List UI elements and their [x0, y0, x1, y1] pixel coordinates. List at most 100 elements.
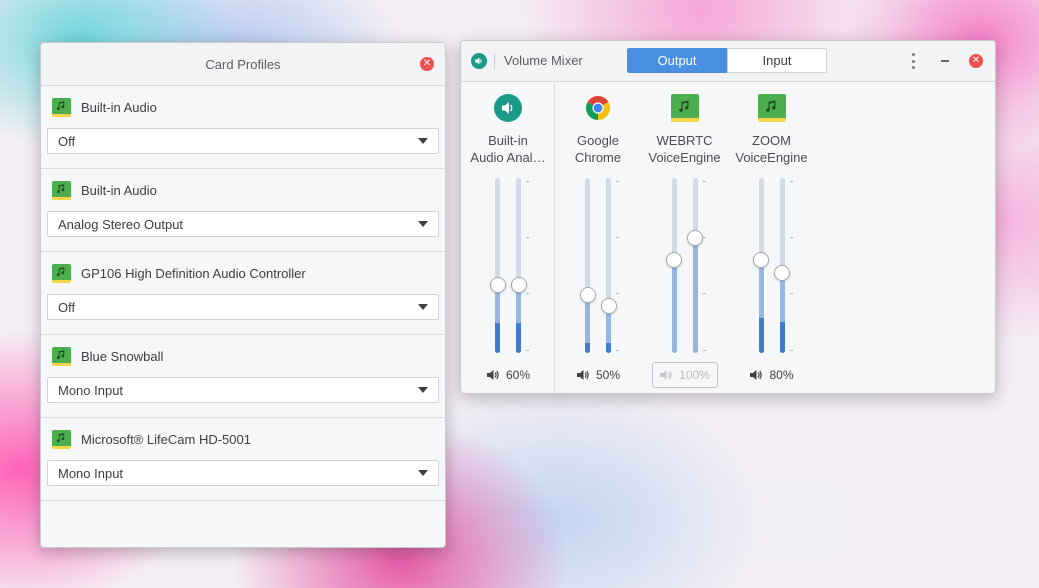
scale-tick — [789, 181, 793, 182]
profile-dropdown[interactable]: Mono Input — [47, 460, 439, 486]
stream-name-line1: Built-in — [488, 133, 528, 148]
scale-tick — [789, 350, 793, 351]
channel-right-knob[interactable] — [774, 264, 790, 281]
scale-tick — [526, 350, 529, 351]
stream-name-line2: VoiceEngine — [648, 150, 721, 165]
profile-dropdown[interactable]: Analog Stereo Output — [47, 211, 439, 237]
channel-right-knob[interactable] — [510, 276, 527, 293]
chevron-down-icon — [418, 304, 428, 310]
card-section: Blue Snowball Mono Input — [41, 335, 445, 418]
stream-name: WEBRTC VoiceEngine — [641, 132, 728, 166]
scale-tick — [702, 350, 706, 351]
close-icon[interactable]: ✕ — [420, 57, 434, 71]
volume-icon — [749, 369, 769, 381]
profile-dropdown[interactable]: Off — [47, 294, 439, 320]
stream-name: ZOOM VoiceEngine — [728, 132, 815, 166]
stream-name-line1: ZOOM — [752, 133, 791, 148]
close-icon[interactable]: ✕ — [969, 54, 983, 68]
scale-tick — [526, 236, 529, 238]
channel-right-track[interactable] — [606, 178, 611, 353]
volume-percent: 80% — [769, 368, 794, 382]
chevron-down-icon — [418, 387, 428, 393]
profile-value: Analog Stereo Output — [58, 216, 184, 232]
channel-level-fill — [692, 237, 698, 353]
sound-card-icon — [52, 180, 71, 200]
speaker-app-icon — [494, 94, 522, 122]
chrome-icon — [584, 94, 612, 122]
channel-peak-meter — [585, 342, 590, 353]
channel-right-knob[interactable] — [687, 229, 703, 246]
stream-name-line1: Google — [577, 133, 619, 148]
scale-tick — [526, 292, 529, 294]
chevron-down-icon — [418, 221, 428, 227]
volume-percent: 50% — [595, 368, 621, 382]
chevron-down-icon — [418, 138, 428, 144]
scale-tick — [616, 292, 619, 294]
card-header: GP106 High Definition Audio Controller — [47, 252, 439, 294]
sound-card-icon — [52, 263, 71, 283]
mute-button[interactable]: 60% — [480, 362, 536, 388]
stream-name: Built-in Audio Anal… — [461, 132, 555, 166]
tab-bar: Output Input — [627, 48, 827, 73]
channel-peak-meter — [516, 323, 521, 353]
volume-percent: 60% — [505, 368, 531, 382]
scale-tick — [526, 181, 529, 182]
card-section: Built-in Audio Analog Stereo Output — [41, 169, 445, 252]
profile-value: Mono Input — [58, 465, 124, 481]
channel-left-knob[interactable] — [666, 252, 682, 269]
channel-left-knob[interactable] — [753, 252, 769, 269]
tab-output[interactable]: Output — [627, 48, 727, 73]
card-section: Microsoft® LifeCam HD-5001 Mono Input — [41, 418, 445, 501]
card-name: Microsoft® LifeCam HD-5001 — [81, 431, 251, 447]
volume-mixer-titlebar[interactable]: Volume Mixer Output Input ✕ — [461, 41, 995, 82]
profile-value: Off — [58, 299, 76, 315]
sound-card-icon — [52, 97, 71, 117]
scale-tick — [789, 236, 793, 238]
channel-level-fill — [671, 260, 677, 353]
channel-right-track[interactable] — [516, 178, 521, 353]
stream-name: Google Chrome — [555, 132, 641, 166]
stream-0: Built-in Audio Anal… 60% — [461, 82, 555, 392]
scale-tick — [702, 292, 706, 294]
scale-tick — [616, 350, 619, 351]
scale-tick — [616, 236, 619, 238]
menu-icon[interactable] — [909, 53, 917, 69]
sound-card-icon — [52, 346, 71, 366]
stream-3: ZOOM VoiceEngine 80% — [728, 82, 815, 392]
mute-button[interactable]: 100% — [651, 362, 718, 388]
window-title: Card Profiles — [205, 56, 281, 72]
channel-left-track[interactable] — [585, 178, 590, 353]
volume-icon — [576, 369, 596, 381]
channel-right-knob[interactable] — [600, 297, 617, 314]
card-name: Built-in Audio — [81, 99, 157, 115]
profile-dropdown[interactable]: Mono Input — [47, 377, 439, 403]
chevron-down-icon — [418, 470, 428, 476]
card-name: Built-in Audio — [81, 182, 157, 198]
channel-left-knob[interactable] — [579, 287, 596, 304]
sound-card-icon — [757, 94, 786, 122]
mute-button[interactable]: 80% — [744, 362, 800, 388]
mute-button[interactable]: 50% — [570, 362, 626, 388]
minimize-icon[interactable] — [941, 60, 949, 62]
title-separator — [494, 53, 495, 69]
tab-input[interactable]: Input — [727, 48, 827, 73]
card-header: Microsoft® LifeCam HD-5001 — [47, 418, 439, 460]
volume-icon — [486, 369, 506, 381]
stream-name-line2: VoiceEngine — [735, 150, 808, 165]
scale-tick — [616, 181, 619, 182]
channel-left-knob[interactable] — [489, 276, 506, 293]
scale-tick — [702, 236, 706, 238]
channel-left-track[interactable] — [495, 178, 500, 353]
card-section: GP106 High Definition Audio Controller Of… — [41, 252, 445, 335]
card-profiles-titlebar[interactable]: Card Profiles ✕ — [41, 43, 445, 86]
profile-dropdown[interactable]: Off — [47, 128, 439, 154]
sound-card-icon — [670, 94, 699, 122]
volume-mixer-window: Volume Mixer Output Input ✕ Built-in Audi… — [460, 40, 996, 394]
card-name: Blue Snowball — [81, 348, 164, 364]
stream-name-line2: Chrome — [574, 150, 622, 165]
card-list: Built-in Audio Off Built-in Audio Analog St… — [41, 86, 445, 501]
profile-value: Mono Input — [58, 382, 124, 398]
channel-right-track[interactable] — [692, 178, 698, 353]
card-header: Built-in Audio — [47, 169, 439, 211]
stream-name-line1: WEBRTC — [656, 133, 713, 148]
